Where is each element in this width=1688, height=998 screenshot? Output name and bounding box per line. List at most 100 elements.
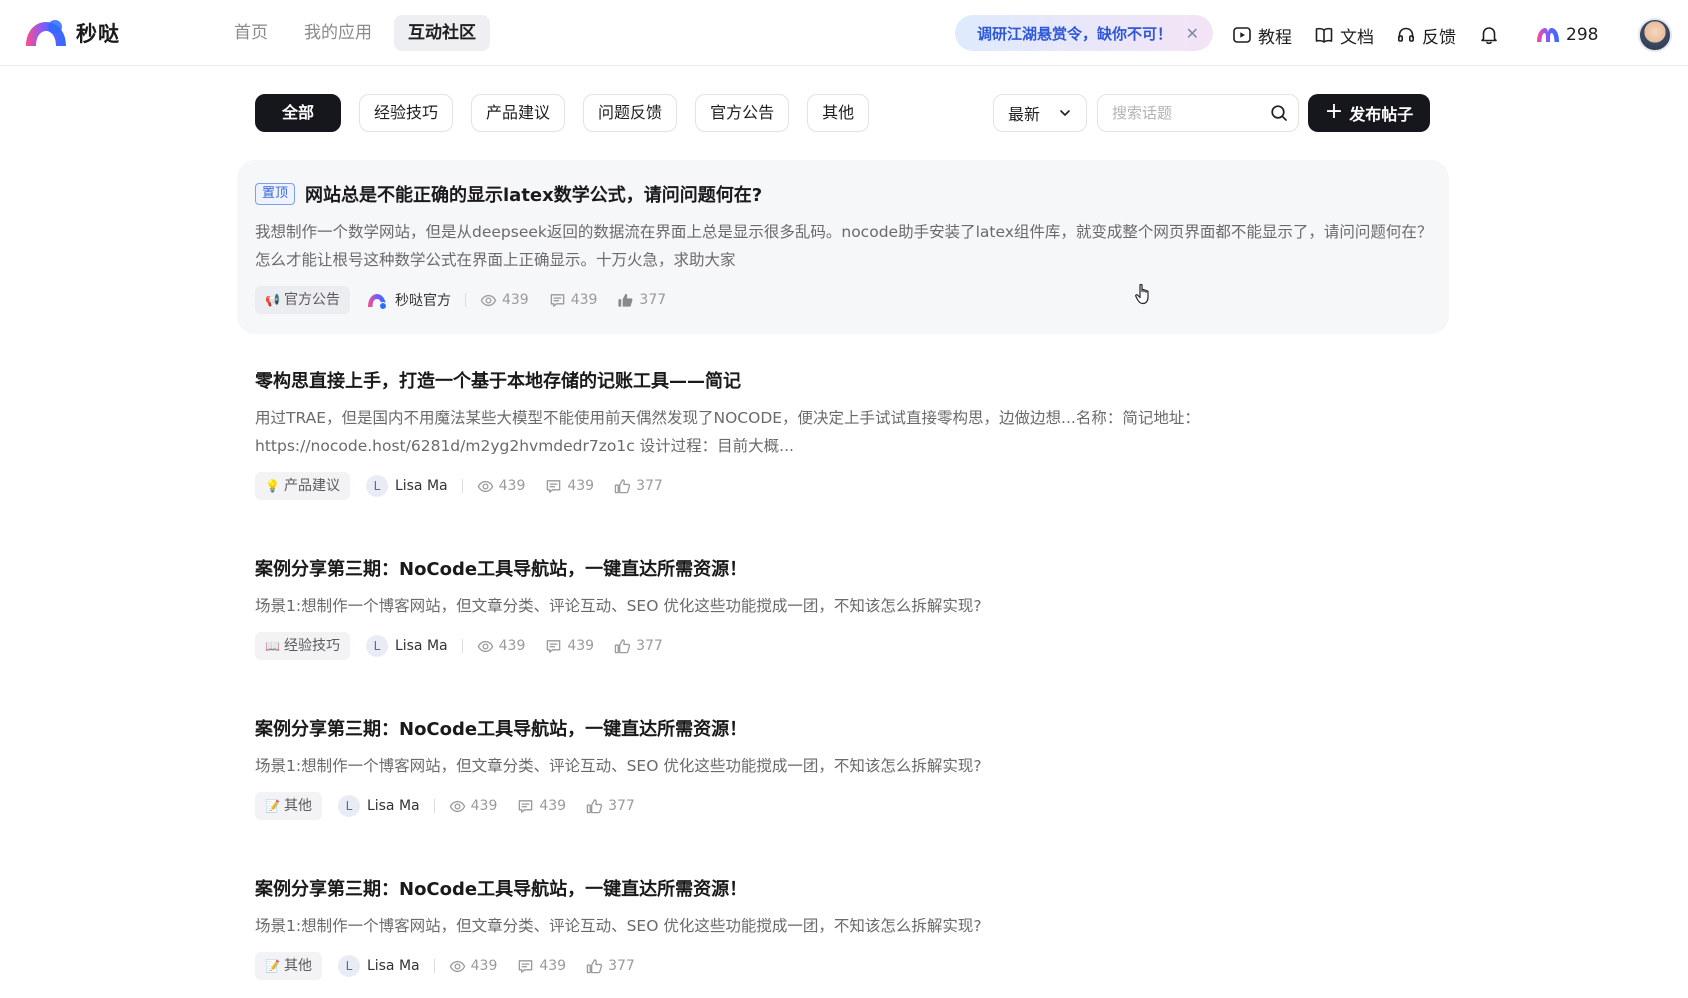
post-excerpt: 场景1:想制作一个博客网站，但文章分类、评论互动、SEO 优化这些功能搅成一团，… xyxy=(255,597,982,615)
comments-value: 439 xyxy=(539,958,567,974)
feedback-link[interactable]: 反馈 xyxy=(1396,20,1456,50)
credits-value: 298 xyxy=(1566,25,1599,45)
hand-pointer-cursor-icon xyxy=(1135,283,1149,305)
filter-suggestions[interactable]: 产品建议 xyxy=(471,94,566,132)
post-category-tag[interactable]: 📢 官方公告 xyxy=(255,286,350,314)
views-value: 439 xyxy=(501,292,529,308)
likes-value: 377 xyxy=(636,638,663,654)
nav-my-apps[interactable]: 我的应用 xyxy=(290,15,386,51)
post-card[interactable]: 置顶 网站总是不能正确的显示latex数学公式，请问问题何在? 我想制作一个数学… xyxy=(237,160,1449,334)
post-card[interactable]: 案例分享第三期：NoCode工具导航站，一键直达所需资源！ 场景1:想制作一个博… xyxy=(237,554,1449,674)
post-title[interactable]: 案例分享第三期：NoCode工具导航站，一键直达所需资源！ xyxy=(255,715,747,741)
comments-count[interactable]: 439 xyxy=(517,798,566,815)
credits-balance[interactable]: 298 xyxy=(1536,25,1598,45)
post-author[interactable]: 秒哒官方 xyxy=(366,289,451,311)
post-author[interactable]: L Lisa Ma xyxy=(365,475,448,497)
play-video-icon xyxy=(1233,27,1251,43)
close-icon[interactable]: ✕ xyxy=(1186,24,1199,43)
post-excerpt: 场景1:想制作一个博客网站，但文章分类、评论互动、SEO 优化这些功能搅成一团，… xyxy=(255,757,982,775)
feedback-label: 反馈 xyxy=(1422,27,1456,48)
post-author[interactable]: L Lisa Ma xyxy=(337,955,420,977)
eye-icon xyxy=(480,294,497,306)
official-logo-icon xyxy=(367,294,387,310)
header-actions: 教程 文档 反馈 298 xyxy=(1232,18,1673,52)
views-value: 439 xyxy=(498,638,526,654)
comment-icon xyxy=(547,479,561,493)
sort-dropdown[interactable]: 最新 xyxy=(993,94,1087,132)
user-avatar[interactable] xyxy=(1638,18,1673,52)
docs-link[interactable]: 文档 xyxy=(1314,20,1374,50)
search-icon[interactable] xyxy=(1270,104,1288,122)
filter-issues[interactable]: 问题反馈 xyxy=(583,94,678,132)
chevron-down-icon xyxy=(1060,110,1070,116)
post-author[interactable]: L Lisa Ma xyxy=(337,795,420,817)
post-excerpt: 场景1:想制作一个博客网站，但文章分类、评论互动、SEO 优化这些功能搅成一团，… xyxy=(255,917,982,935)
thumbs-up-icon xyxy=(614,638,631,653)
thumbs-up-icon xyxy=(614,478,631,493)
views-count: 439 xyxy=(477,478,526,495)
publish-post-button[interactable]: + 发布帖子 xyxy=(1308,94,1430,132)
comments-count[interactable]: 439 xyxy=(517,958,566,975)
likes-value: 377 xyxy=(636,478,663,494)
post-meta: 📝 其他 L Lisa Ma 439 439 377 xyxy=(255,792,1431,820)
nav-home[interactable]: 首页 xyxy=(220,15,282,51)
post-category-tag[interactable]: 📖 经验技巧 xyxy=(255,632,350,660)
comments-count[interactable]: 439 xyxy=(545,478,594,495)
promo-text: 调研江湖悬赏令，缺你不可！ xyxy=(977,24,1173,43)
likes-count[interactable]: 377 xyxy=(614,478,663,495)
post-title[interactable]: 案例分享第三期：NoCode工具导航站，一键直达所需资源！ xyxy=(255,875,747,901)
app-logo[interactable]: 秒哒 xyxy=(24,18,120,48)
plus-icon: + xyxy=(1324,99,1344,124)
filter-announcements[interactable]: 官方公告 xyxy=(695,94,790,132)
post-card[interactable]: 案例分享第三期：NoCode工具导航站，一键直达所需资源！ 场景1:想制作一个博… xyxy=(237,874,1449,994)
likes-count[interactable]: 377 xyxy=(614,638,663,655)
filter-other[interactable]: 其他 xyxy=(807,94,870,132)
comments-value: 439 xyxy=(539,798,567,814)
post-meta: 📝 其他 L Lisa Ma 439 439 377 xyxy=(255,952,1431,980)
post-author-name: Lisa Ma xyxy=(366,958,420,974)
post-meta: 📢 官方公告 秒哒官方 439 439 377 xyxy=(255,286,1431,314)
likes-value: 377 xyxy=(608,798,635,814)
views-value: 439 xyxy=(470,798,498,814)
comment-icon xyxy=(547,639,561,653)
filter-all[interactable]: 全部 xyxy=(255,94,342,132)
bell-icon[interactable] xyxy=(1478,24,1500,46)
post-author[interactable]: L Lisa Ma xyxy=(365,635,448,657)
promo-banner[interactable]: 调研江湖悬赏令，缺你不可！ ✕ xyxy=(955,15,1213,51)
likes-count[interactable]: 377 xyxy=(586,958,635,975)
search-input[interactable] xyxy=(1112,104,1270,122)
post-card[interactable]: 案例分享第三期：NoCode工具导航站，一键直达所需资源！ 场景1:想制作一个博… xyxy=(237,714,1449,834)
post-card[interactable]: 零构思直接上手，打造一个基于本地存储的记账工具——简记 用过TRAE，但是国内不… xyxy=(237,366,1449,516)
post-meta: 💡 产品建议 L Lisa Ma 439 439 377 xyxy=(255,472,1431,500)
nav-community[interactable]: 互动社区 xyxy=(394,15,490,51)
tutorial-link[interactable]: 教程 xyxy=(1232,20,1292,50)
eye-icon xyxy=(449,960,465,972)
filter-tips[interactable]: 经验技巧 xyxy=(359,94,454,132)
author-avatar: L xyxy=(337,795,360,817)
post-excerpt: 用过TRAE，但是国内不用魔法某些大模型不能使用前天偶然发现了NOCODE，便决… xyxy=(255,409,1200,455)
post-title-row: 零构思直接上手，打造一个基于本地存储的记账工具——简记 xyxy=(255,366,1431,394)
likes-count[interactable]: 377 xyxy=(586,798,635,815)
post-title[interactable]: 网站总是不能正确的显示latex数学公式，请问问题何在? xyxy=(305,181,762,207)
post-title[interactable]: 零构思直接上手，打造一个基于本地存储的记账工具——简记 xyxy=(255,367,741,393)
post-category-tag[interactable]: 📝 其他 xyxy=(255,792,322,820)
comments-count[interactable]: 439 xyxy=(545,638,594,655)
post-category-tag[interactable]: 📝 其他 xyxy=(255,952,322,980)
likes-value: 377 xyxy=(639,292,667,308)
post-category-tag[interactable]: 💡 产品建议 xyxy=(255,472,350,500)
post-meta: 📖 经验技巧 L Lisa Ma 439 439 377 xyxy=(255,632,1431,660)
post-author-name: Lisa Ma xyxy=(394,638,448,654)
credits-logo-icon xyxy=(1537,28,1559,42)
comments-count[interactable]: 439 xyxy=(549,292,598,309)
views-value: 439 xyxy=(498,478,526,494)
eye-icon xyxy=(477,480,493,492)
post-title-row: 案例分享第三期：NoCode工具导航站，一键直达所需资源！ xyxy=(255,554,1431,582)
post-author-name: 秒哒官方 xyxy=(394,293,451,309)
likes-count[interactable]: 377 xyxy=(617,292,666,309)
post-title[interactable]: 案例分享第三期：NoCode工具导航站，一键直达所需资源！ xyxy=(255,555,747,581)
thumbs-up-filled-icon xyxy=(618,293,633,307)
memo-icon: 📝 xyxy=(265,959,280,973)
comments-value: 439 xyxy=(570,292,598,308)
search-box xyxy=(1097,94,1299,132)
comments-value: 439 xyxy=(567,478,595,494)
